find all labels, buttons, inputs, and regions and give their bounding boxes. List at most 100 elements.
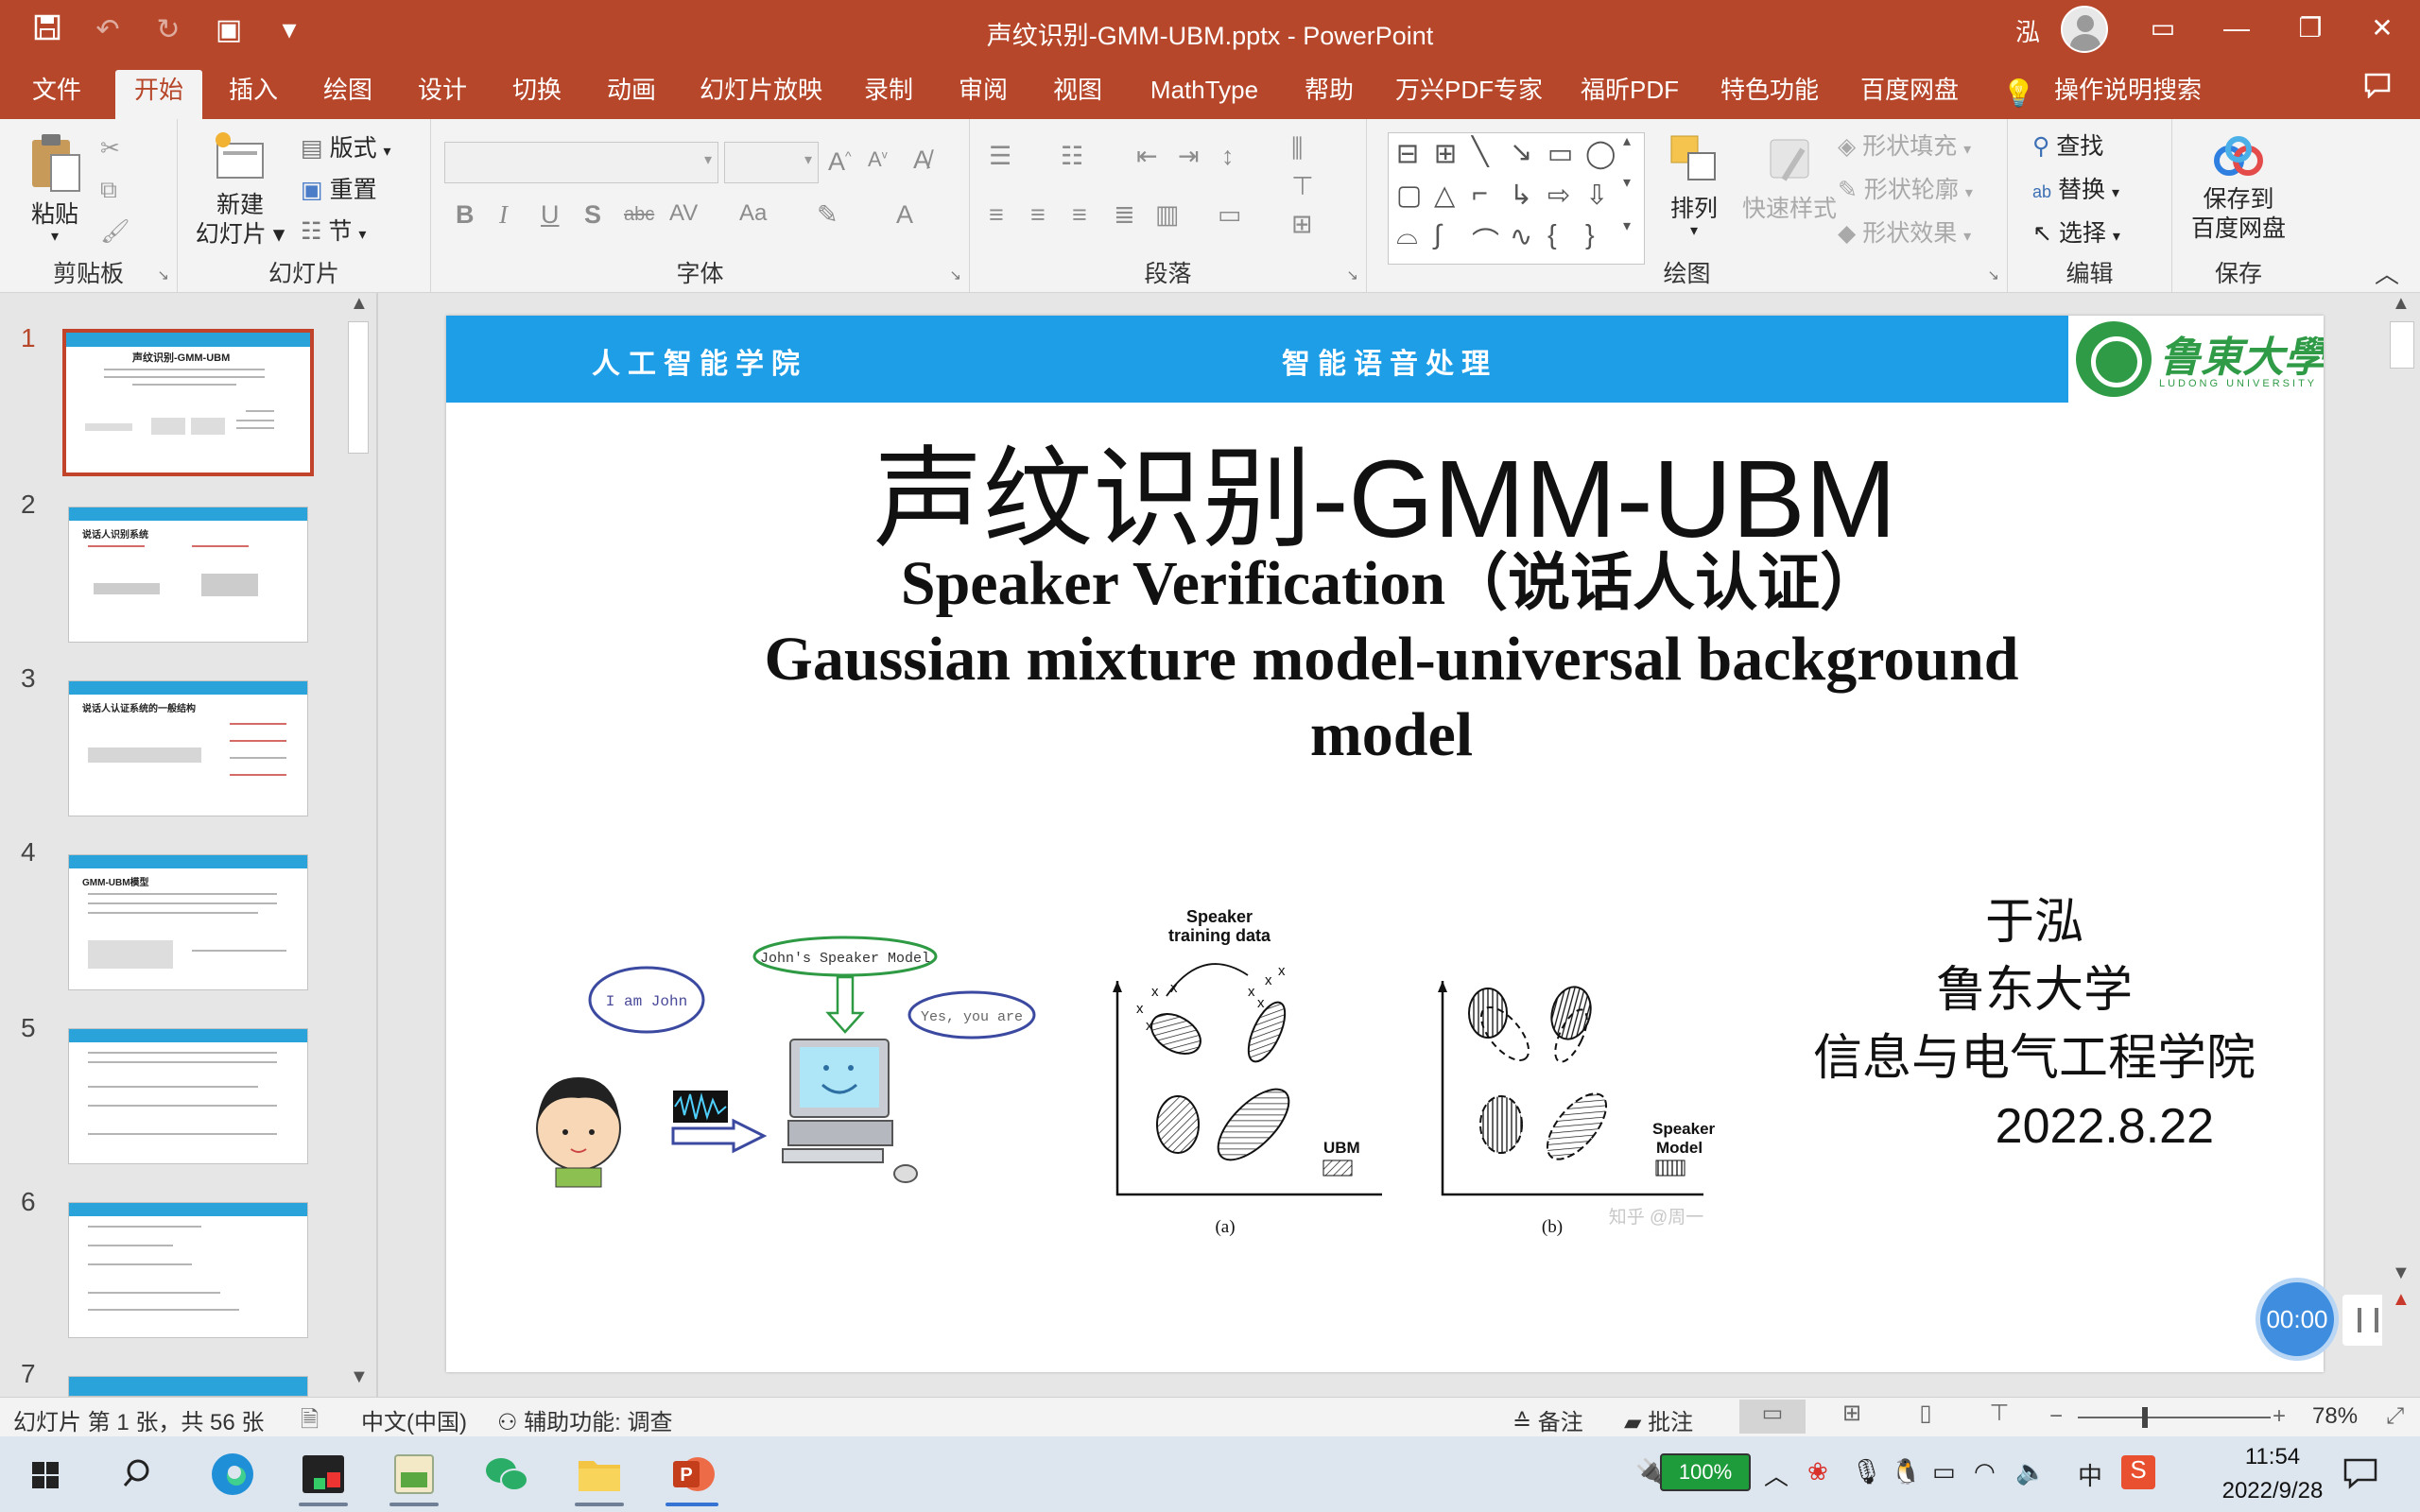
replace-button[interactable]: ab 替换 ▾ — [2032, 174, 2119, 210]
new-slide-button[interactable]: 新建 幻灯片 ▾ — [193, 130, 287, 249]
slide-thumbnail-5[interactable] — [68, 1028, 308, 1164]
columns-icon[interactable]: ▥ — [1155, 200, 1180, 230]
shape-outline-button[interactable]: ✎ 形状轮廓 ▾ — [1838, 174, 1973, 210]
tab-draw[interactable]: 绘图 — [310, 70, 386, 119]
slide-thumbnail-6[interactable] — [68, 1202, 308, 1338]
slideshow-view-icon[interactable]: ⊤ — [1966, 1400, 2032, 1434]
font-launcher-icon[interactable]: ↘ — [949, 266, 961, 284]
microphone-icon[interactable]: 🎙 — [1851, 1457, 1882, 1486]
terminal-app-icon[interactable] — [285, 1444, 361, 1506]
wechat-app-icon[interactable] — [469, 1444, 544, 1506]
tab-features[interactable]: 特色功能 — [1715, 70, 1824, 119]
tab-mathtype[interactable]: MathType — [1138, 70, 1270, 119]
find-button[interactable]: ⚲ 查找 — [2032, 130, 2103, 163]
tab-file[interactable]: 文件 — [19, 70, 95, 119]
font-name-box[interactable]: ▾ — [444, 142, 718, 183]
tab-insert[interactable]: 插入 — [216, 70, 291, 119]
underline-button[interactable]: U — [541, 200, 560, 230]
slide-thumbnail-2[interactable]: 说话人识别系统 — [68, 507, 308, 643]
volume-icon[interactable]: 🔈 — [2015, 1457, 2046, 1486]
battery-indicator[interactable]: 100% — [1660, 1453, 1751, 1491]
drawing-launcher-icon[interactable]: ↘ — [1987, 266, 1999, 284]
smartart-icon[interactable]: ⊞ — [1291, 210, 1313, 239]
edge-app-icon[interactable] — [195, 1444, 270, 1506]
comments-icon[interactable] — [2354, 70, 2401, 119]
tab-baidu-netdisk[interactable]: 百度网盘 — [1855, 70, 1964, 119]
clear-formatting-icon[interactable]: A̸ — [913, 146, 930, 175]
align-right-icon[interactable]: ≡ — [1072, 200, 1087, 230]
decrease-font-icon[interactable]: Av — [868, 147, 888, 172]
comments-button[interactable]: ▰ 批注 — [1624, 1403, 1693, 1436]
slide-scrollbar[interactable]: ▲ ▼ ▲ — [2382, 293, 2420, 1397]
tab-view[interactable]: 视图 — [1040, 70, 1115, 119]
paste-button[interactable]: 粘贴 ▾ — [15, 130, 95, 245]
wifi-icon[interactable]: ◠ — [1974, 1457, 1996, 1486]
shapes-gallery[interactable]: ⊟ ⊞ ╲ ↘ ▭ ◯ ▢ △ ⌐ ↳ ⇨ ⇩ ⌓ ∫ ⌒ ∿ { } ▴ ▾ … — [1388, 132, 1645, 265]
sogou-ime-icon[interactable]: S — [2121, 1455, 2155, 1489]
bold-button[interactable]: B — [456, 200, 475, 230]
text-direction-icon[interactable]: ⫼ — [1291, 134, 1303, 164]
shape-effects-button[interactable]: ◆ 形状效果 ▾ — [1838, 217, 1971, 253]
slide-thumbnail-4[interactable]: GMM-UBM模型 — [68, 854, 308, 990]
battery-tray-icon[interactable]: ▭ — [1932, 1457, 1956, 1486]
line-spacing-icon[interactable]: ↕ — [1221, 142, 1235, 171]
ribbon-display-options-button[interactable]: ▭ — [2135, 8, 2191, 49]
tab-slideshow[interactable]: 幻灯片放映 — [690, 70, 832, 119]
layout-button[interactable]: ▤ 版式 ▾ — [301, 132, 391, 168]
format-painter-icon[interactable]: 🖌 — [100, 215, 130, 248]
fit-slide-icon[interactable]: ⤢ — [2386, 1403, 2404, 1430]
font-color-button[interactable]: A — [896, 200, 913, 230]
tab-foxit-pdf[interactable]: 福昕PDF — [1577, 70, 1683, 119]
slide-thumbnail-3[interactable]: 说话人认证系统的一般结构 — [68, 680, 308, 816]
clipboard-launcher-icon[interactable]: ↘ — [157, 266, 169, 284]
user-avatar[interactable] — [2061, 6, 2108, 53]
zoom-in-icon[interactable]: + — [2273, 1403, 2286, 1430]
notification-center-icon[interactable] — [2342, 1457, 2378, 1496]
italic-button[interactable]: I — [499, 200, 508, 230]
search-taskbar-button[interactable] — [98, 1444, 174, 1506]
font-size-box[interactable]: ▾ — [724, 142, 819, 183]
save-to-baidu-button[interactable]: 保存到 百度网盘 — [2184, 136, 2293, 244]
tray-expand-icon[interactable]: ︿ — [1764, 1457, 1789, 1492]
accessibility-button[interactable]: ⚇ 辅助功能: 调查 — [497, 1403, 673, 1436]
change-case-button[interactable]: Aa — [739, 200, 767, 227]
tab-record[interactable]: 录制 — [851, 70, 926, 119]
recording-timer[interactable]: 00:00 — [2256, 1278, 2339, 1361]
paragraph-launcher-icon[interactable]: ↘ — [1346, 266, 1358, 284]
tab-transitions[interactable]: 切换 — [499, 70, 575, 119]
pane-divider[interactable] — [376, 293, 378, 1397]
arrange-button[interactable]: 排列 ▾ — [1656, 132, 1732, 239]
minimize-button[interactable]: — — [2208, 8, 2265, 49]
tab-wondershare-pdf[interactable]: 万兴PDF专家 — [1393, 70, 1545, 119]
increase-indent-icon[interactable]: ⇥ — [1178, 142, 1200, 171]
input-method-indicator[interactable]: 中 — [2078, 1457, 2102, 1492]
text-box-icon[interactable]: ▭ — [1218, 200, 1242, 230]
tab-help[interactable]: 帮助 — [1291, 70, 1367, 119]
decrease-indent-icon[interactable]: ⇤ — [1136, 142, 1158, 171]
tray-app-icon[interactable]: ❀ — [1807, 1457, 1828, 1486]
tab-animations[interactable]: 动画 — [594, 70, 669, 119]
file-explorer-icon[interactable] — [562, 1444, 637, 1506]
align-text-icon[interactable]: ⊤ — [1291, 172, 1314, 201]
notes-button[interactable]: ≙ 备注 — [1512, 1403, 1583, 1436]
tab-review[interactable]: 审阅 — [945, 70, 1021, 119]
reset-button[interactable]: ▣ 重置 — [301, 174, 377, 206]
zoom-slider[interactable] — [2078, 1417, 2271, 1418]
tell-me-search[interactable]: 操作说明搜索 — [2048, 70, 2208, 119]
qq-icon[interactable]: 🐧 — [1891, 1457, 1921, 1486]
slide-sorter-view-icon[interactable]: ⊞ — [1819, 1400, 1885, 1434]
bullets-icon[interactable]: ☰ — [989, 142, 1011, 171]
slide-canvas[interactable]: 人工智能学院 智能语音处理 鲁東大學 LUDONG UNIVERSITY 声纹识… — [446, 316, 2324, 1372]
highlight-icon[interactable]: ✎ — [817, 200, 838, 230]
character-spacing-button[interactable]: AV — [669, 200, 698, 227]
collapse-ribbon-icon[interactable]: ︿ — [2375, 255, 2399, 290]
select-button[interactable]: ↖ 选择 ▾ — [2032, 217, 2120, 253]
cut-icon[interactable]: ✂ — [100, 132, 120, 164]
close-button[interactable]: ✕ — [2354, 8, 2411, 49]
numbering-icon[interactable]: ☷ — [1061, 142, 1083, 171]
restore-button[interactable]: ❐ — [2282, 8, 2339, 49]
slide-thumbnail-1[interactable]: 声纹识别-GMM-UBM — [62, 329, 314, 476]
app-icon-green[interactable] — [376, 1444, 452, 1506]
clock-time[interactable]: 11:54 — [2216, 1444, 2329, 1470]
quick-styles-button[interactable]: 快速样式 — [1737, 132, 1841, 224]
